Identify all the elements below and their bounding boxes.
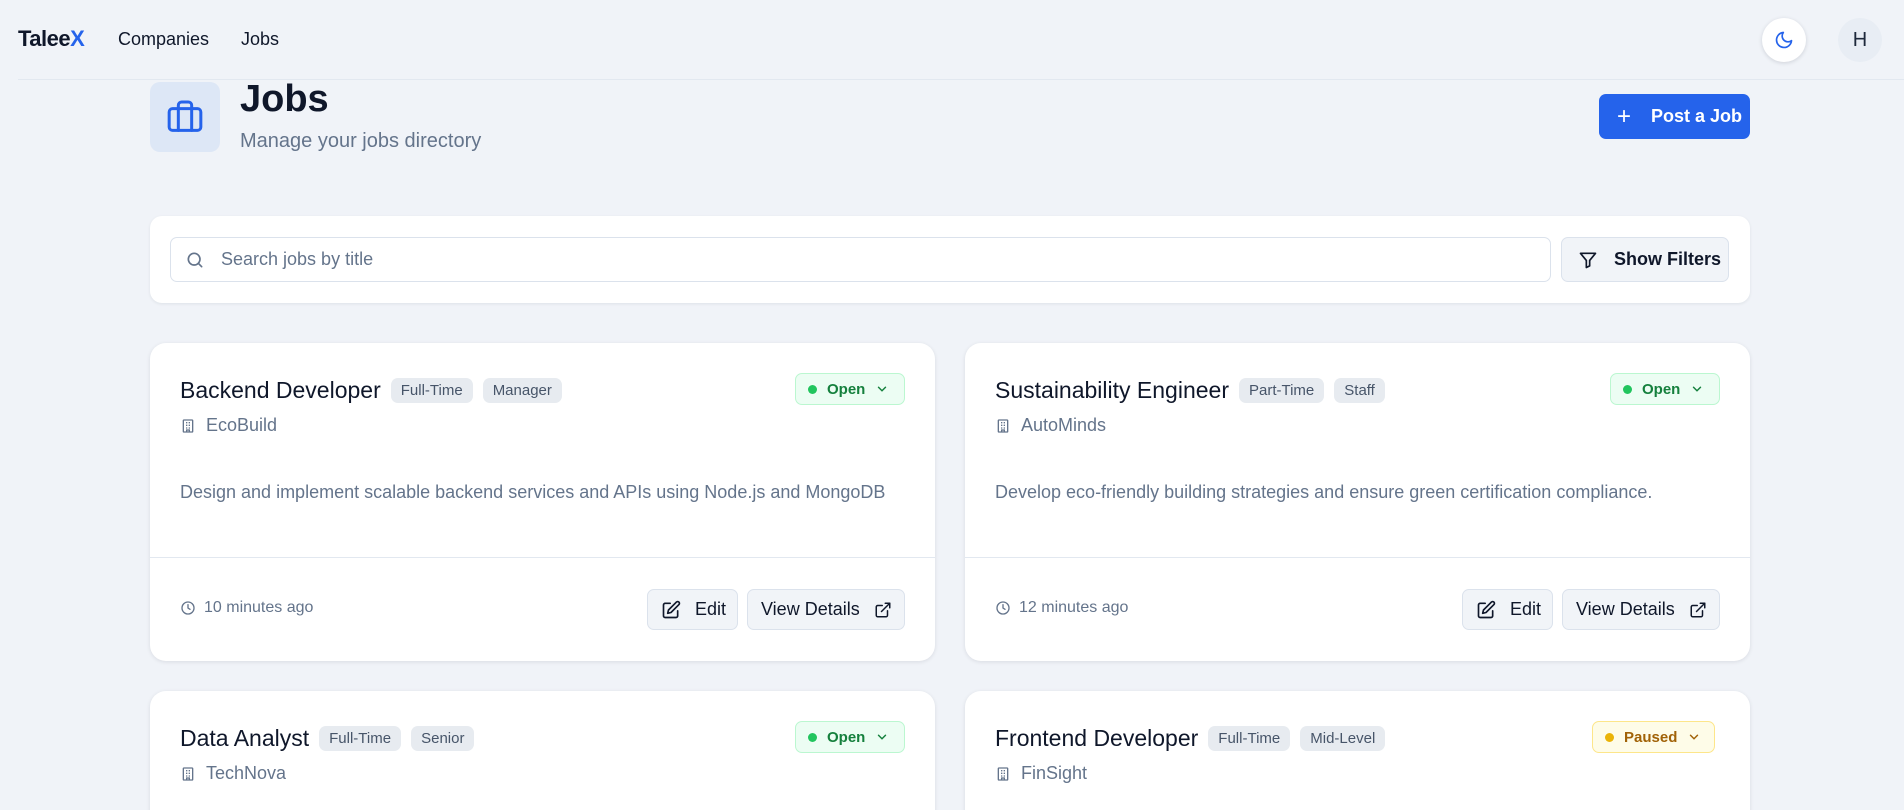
chevron-down-icon xyxy=(875,382,889,396)
page-subtitle: Manage your jobs directory xyxy=(240,130,482,152)
job-status-dropdown[interactable]: Open xyxy=(1610,373,1720,405)
moon-icon xyxy=(1774,30,1794,50)
job-title-row: Frontend Developer Full-Time Mid-Level xyxy=(995,725,1386,752)
company-row: FinSight xyxy=(995,763,1087,784)
job-title[interactable]: Sustainability Engineer xyxy=(995,377,1229,404)
status-dot-icon xyxy=(808,384,817,394)
chevron-down-icon xyxy=(1687,730,1701,744)
theme-toggle-button[interactable] xyxy=(1762,18,1806,62)
card-divider xyxy=(965,557,1750,558)
job-title[interactable]: Data Analyst xyxy=(180,725,309,752)
job-level-tag: Mid-Level xyxy=(1300,726,1386,751)
view-details-button[interactable]: View Details xyxy=(747,589,905,630)
company-row: TechNova xyxy=(180,763,286,784)
job-level-tag: Manager xyxy=(482,378,562,403)
job-description: Design and implement scalable backend se… xyxy=(180,482,886,502)
brand-accent-text: X xyxy=(70,26,85,51)
briefcase-icon xyxy=(165,97,205,137)
job-title[interactable]: Frontend Developer xyxy=(995,725,1198,752)
plus-icon: + xyxy=(1617,102,1632,130)
building-icon xyxy=(995,418,1011,434)
edit-icon xyxy=(661,600,681,620)
job-title-row: Backend Developer Full-Time Manager xyxy=(180,377,562,404)
job-status-label: Open xyxy=(827,728,866,746)
job-type-tag: Full-Time xyxy=(1208,726,1291,751)
chevron-down-icon xyxy=(1690,382,1704,396)
show-filters-label: Show Filters xyxy=(1614,249,1722,269)
status-dot-icon xyxy=(1623,384,1632,394)
top-navbar: TaleeX Companies Jobs H xyxy=(0,0,1904,80)
view-details-button[interactable]: View Details xyxy=(1562,589,1720,630)
company-name: EcoBuild xyxy=(206,415,278,435)
search-input[interactable] xyxy=(171,238,1550,281)
post-job-label: Post a Job xyxy=(1651,106,1743,126)
page-header-icon-tile xyxy=(150,82,220,152)
nav-link-jobs[interactable]: Jobs xyxy=(241,29,279,50)
job-description: Develop eco-friendly building strategies… xyxy=(995,482,1653,502)
job-level-tag: Staff xyxy=(1334,378,1385,403)
company-name: AutoMinds xyxy=(1021,415,1107,435)
chevron-down-icon xyxy=(875,730,889,744)
job-type-tag: Part-Time xyxy=(1238,378,1325,403)
building-icon xyxy=(995,766,1011,782)
building-icon xyxy=(180,418,196,434)
job-type-tag: Full-Time xyxy=(319,726,402,751)
status-dot-icon xyxy=(808,732,817,742)
clock-icon xyxy=(995,600,1011,616)
user-avatar[interactable]: H xyxy=(1838,18,1882,62)
job-status-label: Paused xyxy=(1624,728,1678,746)
nav-link-companies[interactable]: Companies xyxy=(118,29,209,50)
post-job-button[interactable]: + Post a Job xyxy=(1599,94,1750,139)
job-status-dropdown[interactable]: Paused xyxy=(1592,721,1715,753)
external-link-icon xyxy=(1689,601,1707,619)
show-filters-button[interactable]: Show Filters xyxy=(1561,237,1729,282)
edit-label: Edit xyxy=(695,599,727,619)
job-status-dropdown[interactable]: Open xyxy=(795,373,905,405)
job-level-tag: Senior xyxy=(411,726,475,751)
job-type-tag: Full-Time xyxy=(390,378,473,403)
job-status-label: Open xyxy=(1642,380,1681,398)
clock-icon xyxy=(180,600,196,616)
job-card: Data Analyst Full-Time Senior Open TechN… xyxy=(150,691,935,810)
job-status-label: Open xyxy=(827,380,866,398)
job-status-dropdown[interactable]: Open xyxy=(795,721,905,753)
search-panel: Show Filters xyxy=(150,216,1750,303)
company-name: FinSight xyxy=(1021,763,1088,783)
status-dot-icon xyxy=(1605,732,1614,742)
brand-logo[interactable]: TaleeX xyxy=(18,26,85,52)
card-divider xyxy=(150,557,935,558)
view-details-label: View Details xyxy=(1576,599,1675,619)
view-details-label: View Details xyxy=(761,599,860,619)
company-name: TechNova xyxy=(206,763,287,783)
search-field[interactable] xyxy=(170,237,1551,282)
job-title-row: Sustainability Engineer Part-Time Staff xyxy=(995,377,1385,404)
job-card: Sustainability Engineer Part-Time Staff … xyxy=(965,343,1750,661)
posted-time-row: 12 minutes ago xyxy=(995,599,1128,617)
posted-time-row: 10 minutes ago xyxy=(180,599,313,617)
posted-time: 10 minutes ago xyxy=(204,599,314,616)
brand-text: Talee xyxy=(18,26,71,51)
job-card: Frontend Developer Full-Time Mid-Level P… xyxy=(965,691,1750,810)
edit-label: Edit xyxy=(1510,599,1542,619)
building-icon xyxy=(180,766,196,782)
search-icon xyxy=(185,250,205,270)
job-title[interactable]: Backend Developer xyxy=(180,377,381,404)
edit-job-button[interactable]: Edit xyxy=(1462,589,1553,630)
external-link-icon xyxy=(874,601,892,619)
company-row: AutoMinds xyxy=(995,415,1106,436)
page-title: Jobs xyxy=(240,78,329,120)
edit-icon xyxy=(1476,600,1496,620)
job-title-row: Data Analyst Full-Time Senior xyxy=(180,725,475,752)
edit-job-button[interactable]: Edit xyxy=(647,589,738,630)
posted-time: 12 minutes ago xyxy=(1019,599,1129,616)
filter-icon xyxy=(1578,250,1598,270)
company-row: EcoBuild xyxy=(180,415,277,436)
job-card: Backend Developer Full-Time Manager Open… xyxy=(150,343,935,661)
